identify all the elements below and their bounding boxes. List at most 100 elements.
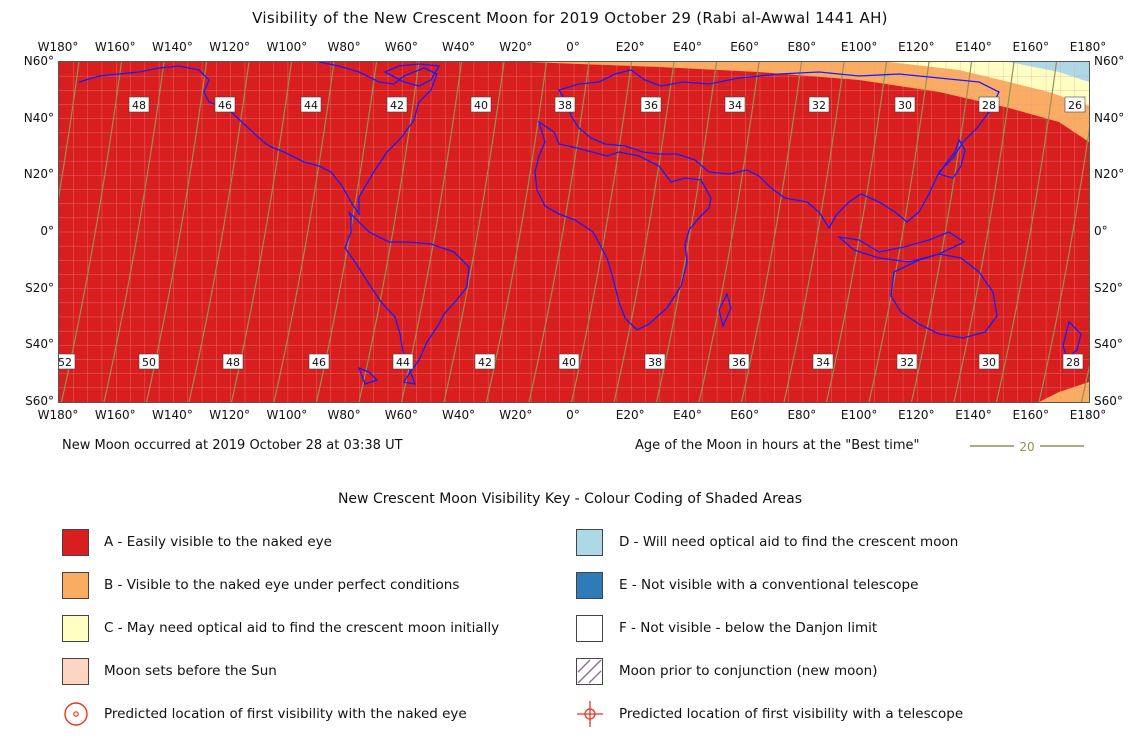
top-lon-label: E100° bbox=[840, 40, 878, 54]
age-label: 28 bbox=[982, 99, 996, 112]
key-label-c: C - May need optical aid to find the cre… bbox=[104, 620, 500, 636]
right-lat-label: S40° bbox=[1094, 337, 1123, 352]
key-label-moon-sets: Moon sets before the Sun bbox=[104, 663, 277, 679]
key-label-b: B - Visible to the naked eye under perfe… bbox=[104, 577, 460, 593]
age-label: 40 bbox=[474, 99, 488, 112]
age-legend-sample-line: 20 bbox=[970, 440, 1084, 454]
age-label: 46 bbox=[218, 99, 232, 112]
top-lon-label: E80° bbox=[787, 40, 817, 54]
bottom-lon-label: W80° bbox=[327, 408, 361, 422]
age-label: 30 bbox=[982, 356, 996, 369]
age-label: 40 bbox=[562, 356, 576, 369]
bottom-lon-label: W20° bbox=[499, 408, 533, 422]
key-label-d: D - Will need optical aid to find the cr… bbox=[619, 534, 959, 550]
bottom-lon-label: W40° bbox=[441, 408, 476, 422]
right-lat-label: N40° bbox=[1094, 110, 1125, 125]
right-lat-label: S20° bbox=[1094, 280, 1123, 295]
age-label: 50 bbox=[142, 356, 156, 369]
top-lon-label: W80° bbox=[327, 40, 361, 54]
top-lon-label: E120° bbox=[898, 40, 935, 54]
bottom-lon-label: W100° bbox=[266, 408, 308, 422]
age-label: 34 bbox=[816, 356, 830, 369]
right-lat-label: 0° bbox=[1094, 224, 1108, 238]
key-swatch-prior-conjunction bbox=[576, 658, 603, 685]
age-label: 44 bbox=[304, 99, 318, 112]
top-lon-label: 0° bbox=[566, 40, 580, 54]
new-moon-info: New Moon occurred at 2019 October 28 at … bbox=[62, 438, 403, 453]
top-lon-label: W140° bbox=[152, 40, 193, 54]
key-swatch-b bbox=[62, 572, 89, 599]
age-label: 48 bbox=[132, 99, 146, 112]
top-lon-label: E140° bbox=[955, 40, 992, 54]
age-legend-label: Age of the Moon in hours at the "Best ti… bbox=[635, 438, 920, 453]
bottom-lon-label: 0° bbox=[566, 408, 580, 422]
key-label-naked-eye-location: Predicted location of first visibility w… bbox=[104, 706, 467, 722]
bottom-lon-label: W140° bbox=[152, 408, 193, 422]
bottom-lon-label: W120° bbox=[209, 408, 251, 422]
top-lon-label: W160° bbox=[94, 40, 136, 54]
top-lon-label: W60° bbox=[384, 40, 418, 54]
top-lon-label: E180° bbox=[1069, 40, 1107, 54]
top-lon-label: E60° bbox=[730, 40, 760, 54]
key-swatch-moon-sets bbox=[62, 658, 89, 685]
key-title: New Crescent Moon Visibility Key - Colou… bbox=[337, 491, 803, 507]
age-label: 46 bbox=[312, 356, 326, 369]
telescope-location-icon bbox=[577, 701, 603, 727]
key-label-a: A - Easily visible to the naked eye bbox=[104, 534, 332, 550]
bottom-lon-label: E160° bbox=[1012, 408, 1050, 422]
bottom-lon-label: E180° bbox=[1069, 408, 1107, 422]
right-lat-label: N60° bbox=[1094, 54, 1125, 68]
top-lon-label: W20° bbox=[499, 40, 533, 54]
bottom-lon-label: W180° bbox=[37, 408, 79, 422]
age-label: 38 bbox=[558, 99, 572, 112]
age-label: 32 bbox=[812, 99, 826, 112]
bottom-lon-label: E80° bbox=[787, 408, 817, 422]
top-lon-label: W120° bbox=[209, 40, 251, 54]
age-label: 36 bbox=[644, 99, 658, 112]
age-label: 52 bbox=[59, 356, 72, 369]
visibility-map: 48 46 44 42 40 38 36 34 32 30 28 26 52 50 48 46 44 42 40 3… bbox=[58, 61, 1090, 403]
left-lat-label: N60° bbox=[23, 54, 54, 68]
map-canvas: 48 46 44 42 40 38 36 34 32 30 28 26 52 50 48 46 44 42 40 3… bbox=[59, 62, 1089, 402]
naked-eye-location-icon bbox=[64, 702, 88, 726]
left-lat-label: S20° bbox=[25, 280, 54, 295]
top-lon-label: W40° bbox=[441, 40, 476, 54]
right-lat-label: N20° bbox=[1094, 167, 1125, 182]
age-label: 36 bbox=[732, 356, 746, 369]
top-lon-label: W180° bbox=[37, 40, 79, 54]
right-lat-label: S60° bbox=[1094, 394, 1123, 408]
key-swatch-e bbox=[576, 572, 603, 599]
key-swatch-f bbox=[576, 615, 603, 642]
top-lon-label: W100° bbox=[266, 40, 308, 54]
left-lat-label: N40° bbox=[23, 110, 54, 125]
age-label: 42 bbox=[390, 99, 404, 112]
left-lat-label: S60° bbox=[25, 394, 54, 408]
top-lon-label: E160° bbox=[1012, 40, 1050, 54]
key-label-telescope-location: Predicted location of first visibility w… bbox=[619, 706, 964, 722]
bottom-lon-label: E140° bbox=[955, 408, 992, 422]
age-label: 42 bbox=[478, 356, 492, 369]
age-label: 28 bbox=[1066, 356, 1080, 369]
age-legend-sample: 20 bbox=[1019, 440, 1034, 454]
bottom-lon-label: E20° bbox=[615, 408, 645, 422]
key-label-f: F - Not visible - below the Danjon limit bbox=[619, 620, 878, 636]
age-label: 32 bbox=[900, 356, 914, 369]
bottom-lon-label: E40° bbox=[673, 408, 702, 422]
map-title: Visibility of the New Crescent Moon for … bbox=[252, 9, 888, 27]
age-label: 44 bbox=[396, 356, 410, 369]
age-label: 26 bbox=[1068, 99, 1082, 112]
top-lon-label: E20° bbox=[615, 40, 645, 54]
key-swatch-a bbox=[62, 529, 89, 556]
bottom-lon-label: E60° bbox=[730, 408, 760, 422]
left-lat-label: 0° bbox=[40, 224, 54, 238]
age-label: 38 bbox=[648, 356, 662, 369]
left-lat-label: S40° bbox=[25, 337, 54, 352]
key-label-e: E - Not visible with a conventional tele… bbox=[619, 577, 919, 593]
left-lat-label: N20° bbox=[23, 167, 54, 182]
bottom-lon-label: W160° bbox=[94, 408, 136, 422]
age-label: 30 bbox=[898, 99, 912, 112]
bottom-lon-label: W60° bbox=[384, 408, 418, 422]
age-label: 34 bbox=[728, 99, 742, 112]
bottom-lon-label: E100° bbox=[840, 408, 878, 422]
bottom-lon-label: E120° bbox=[898, 408, 935, 422]
